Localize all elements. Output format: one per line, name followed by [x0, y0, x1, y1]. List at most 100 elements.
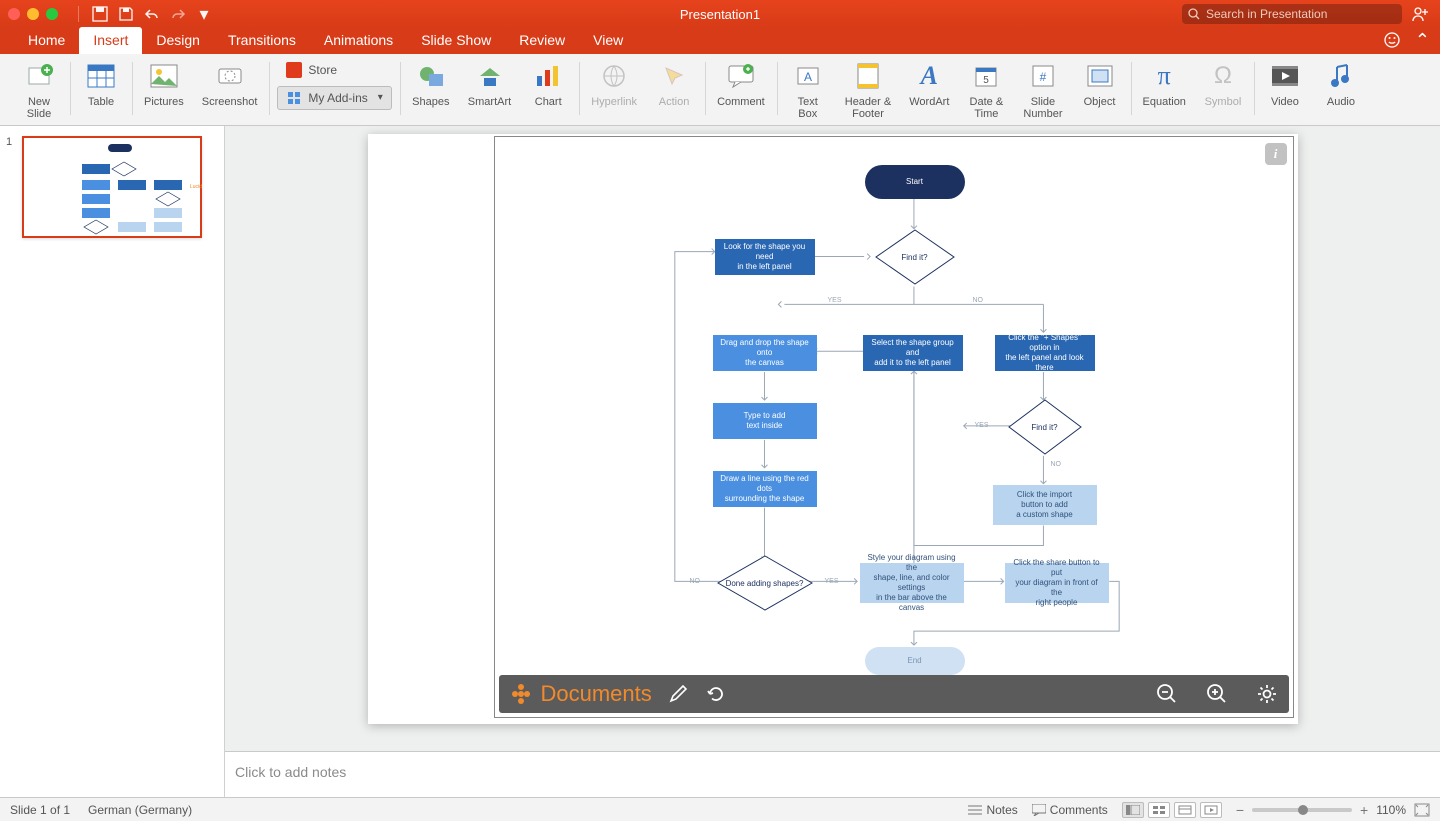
label-yes: YES	[828, 297, 842, 304]
share-icon[interactable]	[1412, 5, 1430, 23]
sorter-view-button[interactable]	[1148, 802, 1170, 818]
flow-draw: Draw a line using the red dots surroundi…	[713, 471, 817, 507]
pictures-button[interactable]: Pictures	[140, 58, 188, 110]
flow-select: Select the shape group and add it to the…	[863, 335, 963, 371]
header-footer-button[interactable]: Header & Footer	[841, 58, 895, 122]
tab-slideshow[interactable]: Slide Show	[407, 27, 505, 54]
shapes-button[interactable]: Shapes	[408, 58, 454, 110]
settings-icon[interactable]	[1255, 682, 1279, 706]
wordart-button[interactable]: AWordArt	[905, 58, 953, 110]
flow-style: Style your diagram using the shape, line…	[860, 563, 964, 603]
lucidchart-toolbar: Documents	[499, 675, 1289, 713]
symbol-button: ΩSymbol	[1200, 58, 1246, 110]
flow-type: Type to add text inside	[713, 403, 817, 439]
thumbnail-number: 1	[6, 136, 12, 148]
slide-thumbnail-1[interactable]: Lucid	[22, 136, 202, 238]
refresh-icon[interactable]	[704, 682, 728, 706]
screenshot-button[interactable]: Screenshot	[198, 58, 262, 110]
autosave-icon[interactable]	[91, 5, 109, 23]
flow-share: Click the share button to put your diagr…	[1005, 563, 1109, 603]
object-button[interactable]: Object	[1077, 58, 1123, 110]
new-slide-button[interactable]: New Slide	[16, 58, 62, 122]
svg-text:A: A	[804, 70, 812, 84]
date-time-button[interactable]: 5Date & Time	[963, 58, 1009, 122]
equation-button[interactable]: πEquation	[1139, 58, 1190, 110]
store-icon	[286, 62, 302, 78]
action-button: Action	[651, 58, 697, 110]
text-box-button[interactable]: AText Box	[785, 58, 831, 122]
zoom-in-button[interactable]: +	[1360, 803, 1368, 817]
status-slide-indicator: Slide 1 of 1	[10, 803, 70, 817]
zoom-out-icon[interactable]	[1155, 682, 1179, 706]
flow-end: End	[865, 647, 965, 675]
search-in-presentation[interactable]: Search in Presentation	[1182, 4, 1402, 24]
flow-done-decision: Done adding shapes?	[717, 555, 813, 611]
flow-drag: Drag and drop the shape onto the canvas	[713, 335, 817, 371]
video-button[interactable]: Video	[1262, 58, 1308, 110]
addins-icon	[286, 90, 302, 106]
tab-view[interactable]: View	[579, 27, 637, 54]
store-button[interactable]: Store	[277, 58, 391, 82]
flow-start: Start	[865, 165, 965, 199]
window-zoom[interactable]	[46, 8, 58, 20]
notes-toggle[interactable]: Notes	[968, 803, 1017, 817]
tab-transitions[interactable]: Transitions	[214, 27, 310, 54]
ribbon: New Slide Table Pictures Screenshot Stor…	[0, 54, 1440, 126]
zoom-in-icon[interactable]	[1205, 682, 1229, 706]
zoom-level[interactable]: 110%	[1376, 803, 1406, 817]
my-addins-button[interactable]: My Add-ins▾	[277, 86, 391, 110]
window-title: Presentation1	[680, 7, 760, 22]
flowchart-diagram: Start Look for the shape you need in the…	[495, 137, 1293, 673]
status-language[interactable]: German (Germany)	[88, 803, 192, 817]
notes-pane[interactable]: Click to add notes	[225, 751, 1440, 797]
window-minimize[interactable]	[27, 8, 39, 20]
slide-1[interactable]: i	[368, 134, 1298, 724]
tab-insert[interactable]: Insert	[79, 27, 142, 54]
lucidchart-documents-button[interactable]: Documents	[541, 681, 652, 707]
fit-to-window-button[interactable]	[1414, 803, 1430, 817]
label-yes-2: YES	[975, 422, 989, 429]
tab-animations[interactable]: Animations	[310, 27, 407, 54]
flow-find-decision: Find it?	[875, 229, 955, 285]
lucidchart-addin-frame[interactable]: i	[494, 136, 1294, 718]
collapse-ribbon-icon[interactable]: ⌃	[1415, 31, 1430, 49]
hyperlink-button: Hyperlink	[587, 58, 641, 110]
slide-thumbnail-panel: 1 Lucid	[0, 126, 225, 797]
feedback-icon[interactable]	[1383, 31, 1401, 49]
tab-home[interactable]: Home	[14, 27, 79, 54]
audio-button[interactable]: Audio	[1318, 58, 1364, 110]
normal-view-button[interactable]	[1122, 802, 1144, 818]
svg-text:#: #	[1040, 70, 1047, 84]
status-bar: Slide 1 of 1 German (Germany) Notes Comm…	[0, 797, 1440, 821]
redo-icon[interactable]	[169, 5, 187, 23]
undo-icon[interactable]	[143, 5, 161, 23]
qat-customize-icon[interactable]: ▾	[195, 5, 213, 23]
search-placeholder: Search in Presentation	[1206, 7, 1327, 21]
title-bar: ▾ Presentation1 Search in Presentation	[0, 0, 1440, 28]
slide-canvas-area[interactable]: i	[225, 126, 1440, 751]
zoom-out-button[interactable]: −	[1236, 803, 1244, 817]
slideshow-view-button[interactable]	[1200, 802, 1222, 818]
zoom-slider[interactable]	[1252, 808, 1352, 812]
lucidchart-logo-icon	[509, 682, 533, 706]
reading-view-button[interactable]	[1174, 802, 1196, 818]
label-no-2: NO	[1051, 461, 1062, 468]
flow-import: Click the import button to add a custom …	[993, 485, 1097, 525]
comments-toggle[interactable]: Comments	[1032, 803, 1108, 817]
label-yes-3: YES	[825, 578, 839, 585]
smartart-button[interactable]: SmartArt	[464, 58, 515, 110]
chart-button[interactable]: Chart	[525, 58, 571, 110]
window-close[interactable]	[8, 8, 20, 20]
flow-click-shapes: Click the "+ Shapes" option in the left …	[995, 335, 1095, 371]
svg-text:5: 5	[984, 75, 990, 86]
comment-button[interactable]: Comment	[713, 58, 769, 110]
slide-number-button[interactable]: #Slide Number	[1019, 58, 1066, 122]
flow-find2-decision: Find it?	[1008, 399, 1082, 455]
svg-text:Lucid: Lucid	[190, 184, 202, 190]
table-button[interactable]: Table	[78, 58, 124, 110]
save-icon[interactable]	[117, 5, 135, 23]
label-no-3: NO	[690, 578, 701, 585]
edit-icon[interactable]	[666, 682, 690, 706]
tab-review[interactable]: Review	[505, 27, 579, 54]
tab-design[interactable]: Design	[142, 27, 214, 54]
